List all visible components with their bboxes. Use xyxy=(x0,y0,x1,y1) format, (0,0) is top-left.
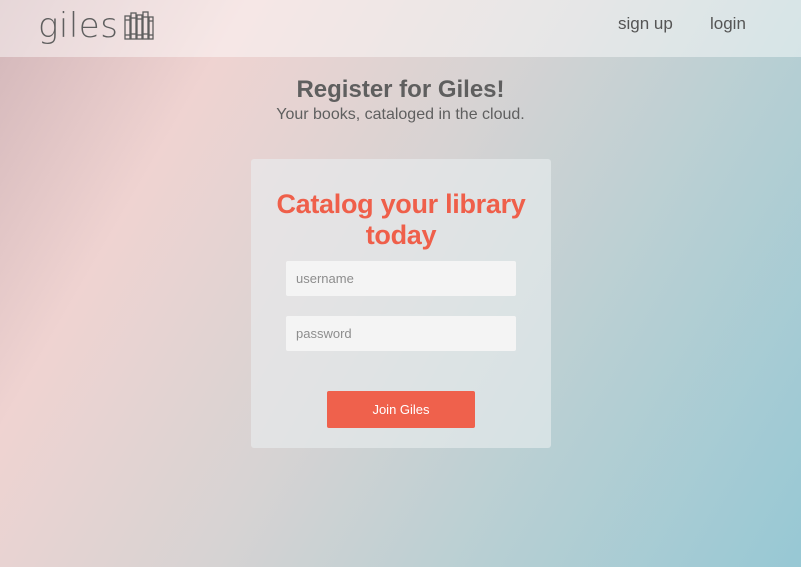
registration-card: Catalog your library today Join Giles xyxy=(251,159,551,448)
username-input[interactable] xyxy=(286,261,516,296)
password-input[interactable] xyxy=(286,316,516,351)
bookshelf-icon xyxy=(124,11,155,40)
top-navbar: giles sign up login xyxy=(0,0,801,57)
brand-name: giles xyxy=(38,6,119,46)
page-subtitle: Your books, cataloged in the cloud. xyxy=(276,106,525,123)
nav-login-link[interactable]: login xyxy=(710,14,746,34)
brand-logo[interactable]: giles xyxy=(38,6,155,46)
form-title: Catalog your library today xyxy=(276,189,526,250)
join-button[interactable]: Join Giles xyxy=(327,391,475,428)
nav-sign-up-link[interactable]: sign up xyxy=(618,14,673,34)
page-title: Register for Giles! xyxy=(296,76,505,103)
